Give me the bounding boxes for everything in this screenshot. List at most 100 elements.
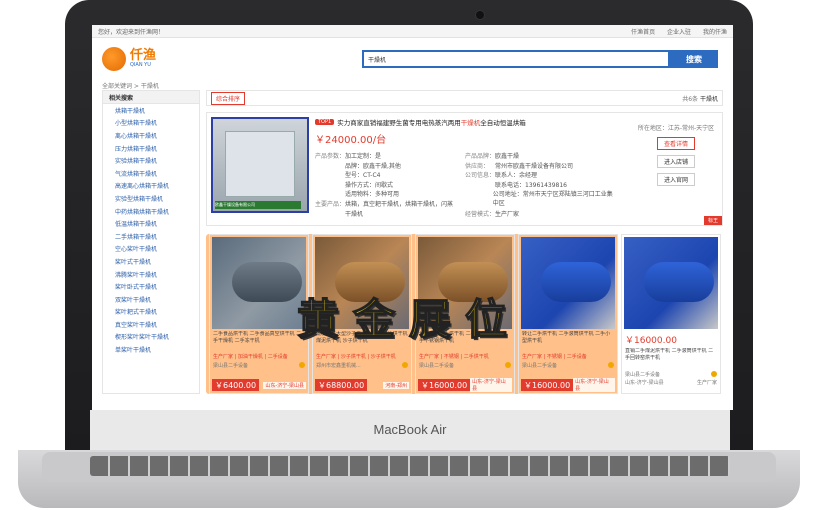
param-row: 操作方式：间歇式 xyxy=(315,180,465,190)
sidebar-item[interactable]: 二手烘箱干燥机 xyxy=(103,230,199,243)
sidebar-item[interactable]: 桨叶耙式干燥机 xyxy=(103,306,199,319)
keyboard xyxy=(90,456,730,476)
count-keyword: 干燥机 xyxy=(699,95,718,103)
param-value: 品牌：欧鑫干燥,其他 xyxy=(345,162,401,170)
location-text: 所在地区：江苏-常州-天宁区 xyxy=(637,125,715,132)
param-key: 产品参数： xyxy=(315,153,346,160)
ribbon-badge: 标王 xyxy=(703,216,722,225)
product-vendor: 梁山县二手设备 xyxy=(622,370,720,378)
param-row: 公司地址：常州市天宁区郑陆镇三河口工业集中区 xyxy=(465,189,615,208)
sidebar-item[interactable]: 空心桨叶干燥机 xyxy=(103,243,199,256)
logo-name: 仟渔 xyxy=(130,48,157,63)
logo-icon xyxy=(102,47,126,71)
param-row: 主要产品： 烘箱，真空耙干燥机，烘箱干燥机，闪蒸 xyxy=(315,199,465,209)
oven-cabinet xyxy=(225,131,295,197)
featured-title[interactable]: TOP1 实力商家直销福建野生菌专用电热蒸汽两用 干燥机 全自动恒温烘箱 xyxy=(315,117,615,127)
param-value: 干燥机 xyxy=(345,210,364,218)
product-city: 山东-济宁-梁山县 xyxy=(625,379,664,386)
vendor-type: 生产厂家 xyxy=(696,379,717,386)
top-link-account[interactable]: 我的仟渔 xyxy=(703,29,727,36)
header: 仟渔 QIAN YU 干燥机 搜索 xyxy=(92,38,733,80)
top-link-join[interactable]: 企业入驻 xyxy=(667,29,691,36)
param-key: 公司信息： xyxy=(465,172,496,180)
enter-website-button[interactable]: 进入官网 xyxy=(657,173,695,186)
logo[interactable]: 仟渔 QIAN YU xyxy=(102,47,192,71)
product-card[interactable]: ￥16000.00 直销二手煤泥烘干机 二手滚筒烘干机 二手回转窑烘干机 梁山县… xyxy=(621,234,721,394)
sidebar-item[interactable]: 离心烘箱干燥机 xyxy=(103,129,199,142)
featured-listing: 欧鑫干燥设备有限公司 TOP1 实力商家直销福建野生菌专用电热蒸汽两用 干燥机 全… xyxy=(206,112,723,226)
count-prefix: 共6条 xyxy=(682,95,699,103)
sidebar-item[interactable]: 中药烘箱烘箱干燥机 xyxy=(103,205,199,218)
top-link-home[interactable]: 仟渔首页 xyxy=(631,29,655,36)
sidebar-list: 烘箱干燥机 小型烘箱干燥机 离心烘箱干燥机 压力烘箱干燥机 实验烘箱干燥机 气流烘箱干燥机… xyxy=(103,104,199,356)
product-price: ￥16000.00 xyxy=(521,379,574,391)
view-details-button[interactable]: 查看详情 xyxy=(657,137,695,150)
param-key xyxy=(465,199,495,209)
sidebar-item[interactable]: 单桨叶干燥机 xyxy=(103,343,199,356)
main-content: 综合排序 共6条 干燥机 欧鑫干燥设备有限公司 TOP1 实力商家直销福建野生菌… xyxy=(206,90,723,394)
gold-booth: 二手食品烘干机 二手食品真空烘干机 二手干燥机 二手冻干机 生产厂家 | 加油干… xyxy=(206,234,723,394)
featured-actions: 所在地区：江苏-常州-天宁区 查看详情 进入店铺 进入官网 xyxy=(636,123,716,186)
param-value: 操作方式：间歇式 xyxy=(345,181,394,189)
result-count: 共6条 干燥机 xyxy=(682,94,718,103)
search-input[interactable]: 干燥机 xyxy=(362,50,670,68)
coin-icon xyxy=(402,362,408,368)
product-vendor: 梁山县二手设备 xyxy=(416,361,514,369)
sidebar-item[interactable]: 真空桨叶干燥机 xyxy=(103,318,199,331)
title-part-a: 实力商家直销福建野生菌专用电热蒸汽两用 xyxy=(337,119,461,127)
param-row: 联系电话：13961439816 xyxy=(465,180,615,190)
sidebar-item[interactable]: 低温烘箱干燥机 xyxy=(103,217,199,230)
sidebar-item[interactable]: 双桨叶干燥机 xyxy=(103,293,199,306)
product-desc: 直销二手煤泥烘干机 二手滚筒烘干机 二手回转窑烘干机 xyxy=(625,348,714,361)
vendor-name: 梁山县二手设备 xyxy=(213,362,249,369)
enter-shop-button[interactable]: 进入店铺 xyxy=(657,155,695,168)
param-value: 加工定制：是 xyxy=(345,153,382,160)
sidebar-item[interactable]: 高速离心烘箱干燥机 xyxy=(103,180,199,193)
param-value: 烘箱，真空耙干燥机，烘箱干燥机，闪蒸 xyxy=(345,200,454,208)
featured-price: ￥24000.00/台 xyxy=(315,135,387,146)
sidebar-item[interactable]: 桨叶卧式干燥机 xyxy=(103,280,199,293)
product-price: ￥68800.00 xyxy=(315,379,368,391)
coin-icon xyxy=(608,362,614,368)
vendor-name: 郑州市宏鑫重机械... xyxy=(316,362,361,369)
sidebar: 相关搜索 烘箱干燥机 小型烘箱干燥机 离心烘箱干燥机 压力烘箱干燥机 实验烘箱干燥机 气流… xyxy=(102,90,200,394)
coin-icon xyxy=(299,362,305,368)
param-row: 经营模式： 生产厂家 xyxy=(465,209,615,219)
product-tags: 生产厂家 | 不锈钢 | 二手设备 xyxy=(522,354,587,360)
param-row: 适用物料：多种可用 xyxy=(315,189,465,199)
featured-params: 产品参数： 加工定制：是 品牌：欧鑫干燥,其他 型号：CT-C4 操作方式：间歇式 适用物… xyxy=(315,151,615,218)
product-price: ￥16000.00 xyxy=(418,379,471,391)
sidebar-item[interactable]: 小型烘箱干燥机 xyxy=(103,117,199,130)
param-key: 主要产品： xyxy=(315,200,346,208)
search-button[interactable]: 搜索 xyxy=(670,50,718,68)
sidebar-item[interactable]: 沸腾桨叶干燥机 xyxy=(103,268,199,281)
sidebar-item[interactable]: 烘箱干燥机 xyxy=(103,104,199,117)
param-row: 产品品牌： 欧鑫干燥 xyxy=(465,151,615,161)
product-city: 山东-济宁-梁山县 xyxy=(573,378,615,392)
product-bottom: ￥6400.00 山东-济宁-梁山县 xyxy=(212,379,306,391)
title-highlight: 干燥机 xyxy=(460,119,481,127)
top-bar: 您好，欢迎来到仟渔网！ 仟渔首页 企业入驻 我的仟渔 xyxy=(92,25,733,38)
sidebar-item[interactable]: 实验型烘箱干燥机 xyxy=(103,192,199,205)
tab-comprehensive[interactable]: 综合排序 xyxy=(211,91,246,105)
param-row: 干燥机 xyxy=(315,209,465,219)
top-links: 仟渔首页 企业入驻 我的仟渔 xyxy=(621,27,727,36)
param-row xyxy=(465,199,615,209)
featured-image[interactable]: 欧鑫干燥设备有限公司 xyxy=(211,117,309,213)
sort-tabs: 综合排序 共6条 干燥机 xyxy=(206,90,723,106)
sidebar-item[interactable]: 压力烘箱干燥机 xyxy=(103,142,199,155)
sidebar-item[interactable]: 楔形桨叶桨叶干燥机 xyxy=(103,331,199,344)
sidebar-item[interactable]: 实验烘箱干燥机 xyxy=(103,154,199,167)
title-part-b: 全自动恒温烘箱 xyxy=(480,119,526,127)
param-value: 常州市欧鑫干燥设备有限公司 xyxy=(495,162,574,170)
params-right: 产品品牌： 欧鑫干燥 供应商： 常州市欧鑫干燥设备有限公司 公司信息： 联系人：余经理 联系… xyxy=(465,151,615,218)
sidebar-item[interactable]: 气流烘箱干燥机 xyxy=(103,167,199,180)
image-caption: 欧鑫干燥设备有限公司 xyxy=(215,201,301,209)
product-price: ￥6400.00 xyxy=(212,379,260,391)
param-value: 公司地址：常州市天宁区郑陆镇三河口工业集中区 xyxy=(492,191,613,208)
screen: 您好，欢迎来到仟渔网！ 仟渔首页 企业入驻 我的仟渔 仟渔 QIAN YU 干燥… xyxy=(92,25,733,410)
sidebar-item[interactable]: 桨叶式干燥机 xyxy=(103,255,199,268)
param-key: 供应商： xyxy=(465,162,490,170)
product-city: 山东-济宁-梁山县 xyxy=(470,378,512,392)
param-key xyxy=(315,170,345,180)
